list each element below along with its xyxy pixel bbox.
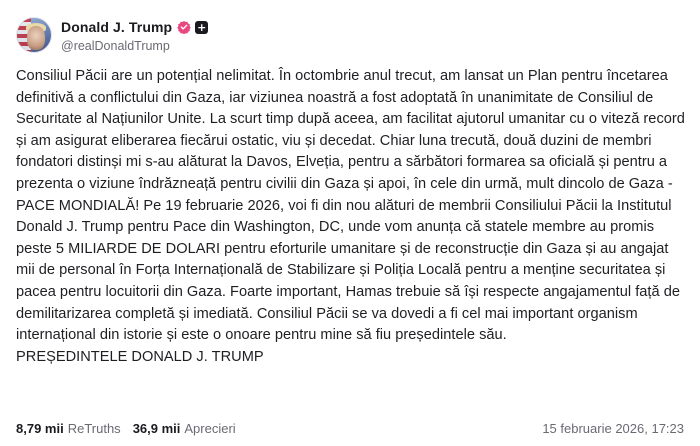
verified-badge-icon xyxy=(177,20,191,34)
name-row: Donald J. Trump + xyxy=(61,17,209,37)
post-text: Consiliul Păcii are un potențial nelimit… xyxy=(16,68,685,344)
likes-stat[interactable]: 36,9 mii Aprecieri xyxy=(133,421,236,436)
likes-count: 36,9 mii xyxy=(132,420,181,436)
post-body: Consiliul Păcii are un potențial nelimit… xyxy=(16,66,688,368)
post-header: Donald J. Trump + @realDonaldTrump xyxy=(16,15,209,55)
retruths-count: 8,79 mii xyxy=(16,420,64,436)
post-timestamp[interactable]: 15 februarie 2026, 17:23 xyxy=(542,421,684,436)
avatar[interactable] xyxy=(16,17,52,53)
avatar-face xyxy=(27,26,45,50)
likes-label: Aprecieri xyxy=(184,420,236,436)
author-name[interactable]: Donald J. Trump xyxy=(61,19,172,35)
post-footer: 8,79 mii ReTruths 36,9 mii Aprecieri 15 … xyxy=(16,417,684,439)
author-handle[interactable]: @realDonaldTrump xyxy=(61,39,208,53)
author-info: Donald J. Trump + @realDonaldTrump xyxy=(61,17,209,53)
retruths-label: ReTruths xyxy=(67,420,121,436)
plus-badge-icon: + xyxy=(195,20,209,34)
retruths-stat[interactable]: 8,79 mii ReTruths xyxy=(16,421,121,436)
post-signature: PREȘEDINTELE DONALD J. TRUMP xyxy=(16,348,264,365)
